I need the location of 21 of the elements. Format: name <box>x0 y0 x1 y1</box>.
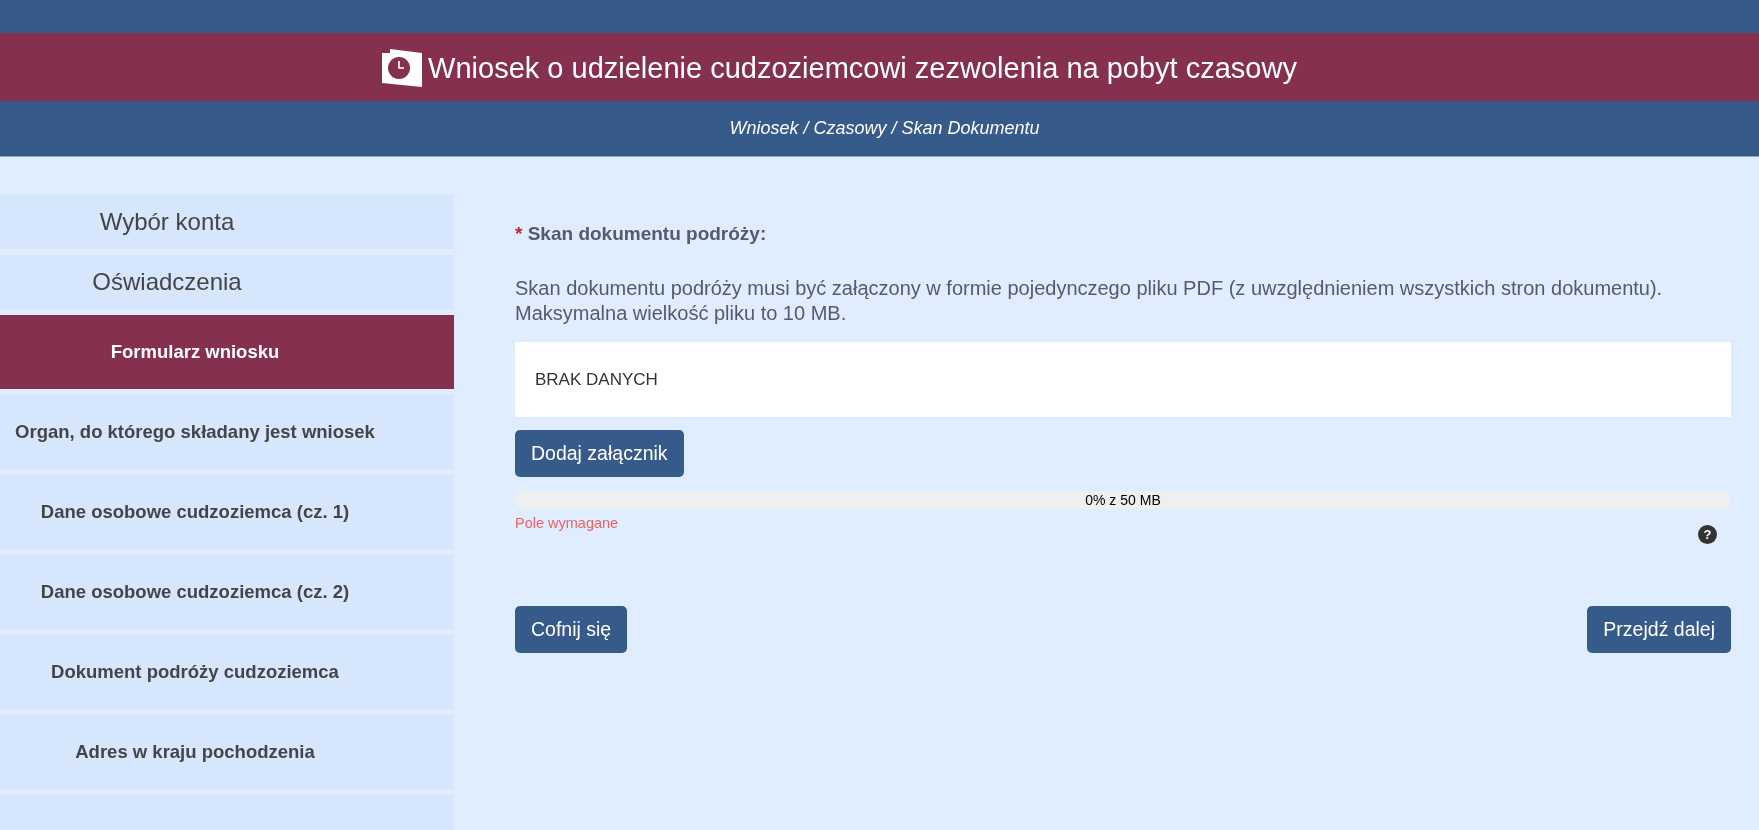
calendar-clock-icon <box>382 49 423 87</box>
breadcrumb: Wniosek / Czasowy / Skan Dokumentu <box>729 118 1040 139</box>
help-icon[interactable]: ? <box>1698 525 1717 544</box>
add-attachment-button[interactable]: Dodaj załącznik <box>515 430 684 477</box>
sidebar-item[interactable]: Dane osobowe cudzoziemca (cz. 1) <box>0 475 454 549</box>
sidebar-item[interactable]: Adres w kraju pochodzenia <box>0 715 454 789</box>
sidebar-item[interactable]: Dokument podróży cudzoziemca <box>0 635 454 709</box>
field-description: Skan dokumentu podróży musi być załączony w formie pojedynczego pliku PDF (z uwzględnieniem wszystkich stron dokumentu). Maksymalna wielkość pliku to 10 MB. <box>515 276 1664 326</box>
sidebar-item[interactable]: Wybór konta <box>0 195 454 249</box>
back-button[interactable]: Cofnij się <box>515 606 628 653</box>
page-title: Wniosek o udzielenie cudzoziemcowi zezwolenia na pobyt czasowy <box>428 51 1297 85</box>
required-mark: * <box>515 223 523 244</box>
sidebar-item[interactable]: Organ, do którego składany jest wniosek <box>0 395 454 469</box>
sidebar-item[interactable]: Formularz wniosku <box>0 315 454 389</box>
upload-progress-reading: 0% z 50 MB <box>1085 492 1161 508</box>
error-message: Pole wymagane <box>515 515 619 531</box>
attachments-field: BRAK DANYCH <box>515 342 1731 417</box>
sidebar-item[interactable]: Dane osobowe cudzoziemca (cz. 2) <box>0 555 454 629</box>
field-label: * Skan dokumentu podróży: <box>515 223 768 245</box>
next-button[interactable]: Przejdź dalej <box>1587 606 1731 653</box>
sidebar-item[interactable]: Oświadczenia <box>0 255 454 309</box>
